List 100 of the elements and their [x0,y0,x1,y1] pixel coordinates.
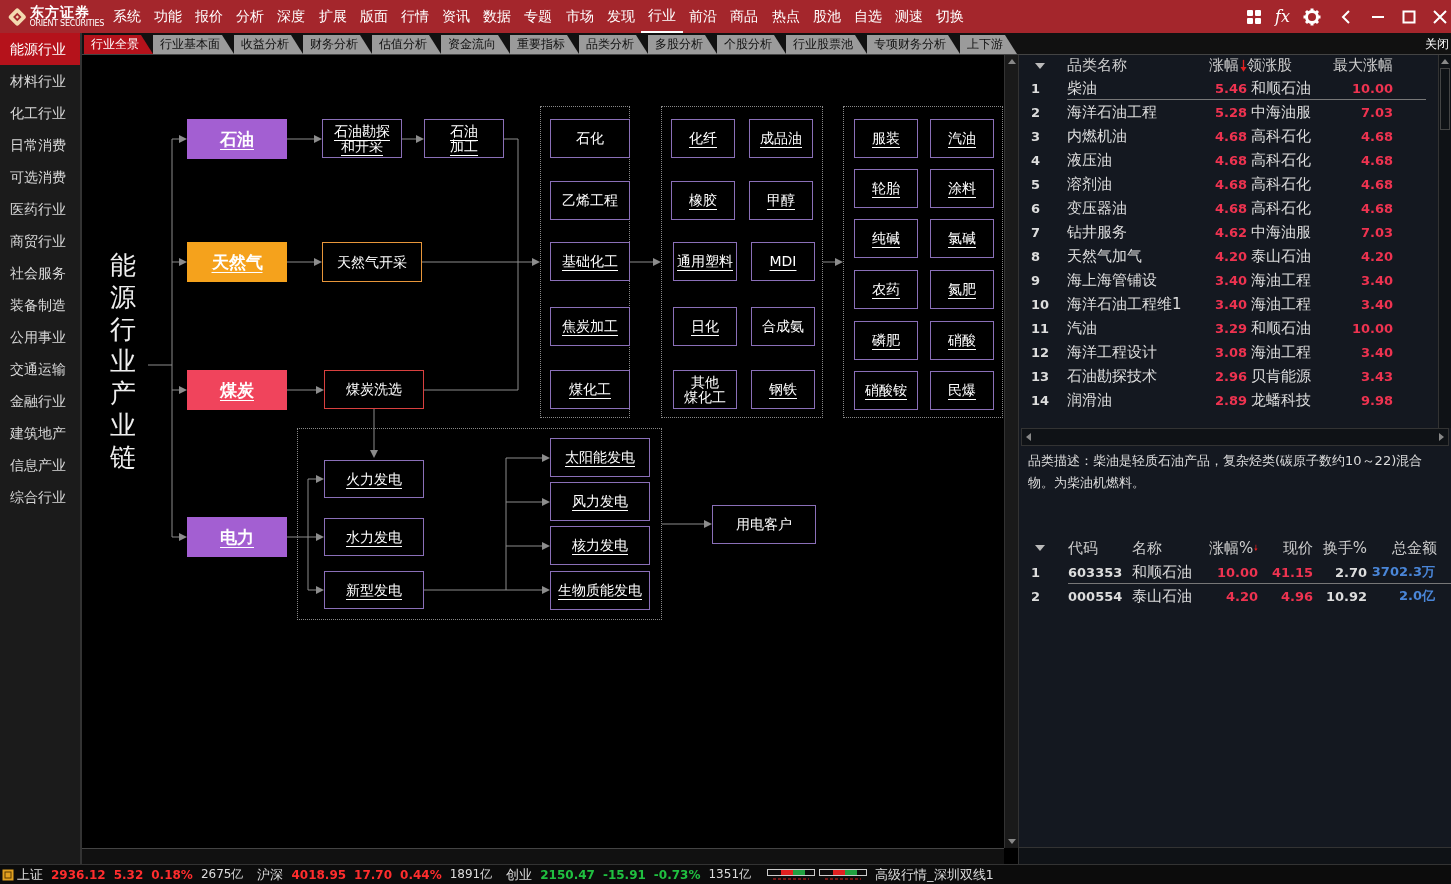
tab[interactable]: 资金流向 [441,35,510,54]
industry-node[interactable]: 生物质能发电 [550,571,650,610]
category-node[interactable]: 煤炭 [187,370,287,410]
menu-item[interactable]: 股池 [806,0,848,33]
tab[interactable]: 重要指标 [510,35,579,54]
grid-icon[interactable] [1246,8,1263,25]
industry-node[interactable]: 涂料 [930,169,994,208]
column-header[interactable]: 现价 [1283,538,1313,558]
close-link[interactable]: 关闭 [1425,35,1451,54]
scroll-down-icon[interactable] [1007,839,1016,845]
column-header[interactable]: 品类名称 [1067,56,1127,75]
chevron-left-icon[interactable] [1340,9,1352,24]
menu-item[interactable]: 前沿 [682,0,724,33]
menu-item[interactable]: 系统 [106,0,148,33]
menu-item[interactable]: 切换 [929,0,971,33]
category-node[interactable]: 石油 [187,119,287,159]
industry-node[interactable]: 煤化工 [550,370,630,409]
industry-node[interactable]: MDI [751,242,815,281]
tab[interactable]: 估值分析 [372,35,441,54]
industry-node[interactable]: 风力发电 [550,482,650,521]
industry-node[interactable]: 硝酸铵 [854,371,918,410]
industry-node[interactable]: 磷肥 [854,321,918,360]
industry-node[interactable]: 化纤 [671,119,735,158]
industry-node[interactable]: 汽油 [930,119,994,158]
industry-node[interactable]: 氮肥 [930,270,994,309]
industry-node[interactable]: 太阳能发电 [550,438,650,477]
industry-node[interactable]: 氯碱 [930,219,994,258]
column-header[interactable]: 换手% [1322,538,1367,558]
column-header[interactable]: 领涨股 [1247,56,1292,75]
industry-node[interactable]: 钢铁 [751,370,815,409]
formula-button[interactable]: fx [1275,7,1290,26]
industry-node[interactable]: 石油加工 [424,119,504,158]
dropdown-caret-icon[interactable] [1035,545,1045,551]
column-header[interactable]: 总金额 [1392,538,1437,558]
industry-node[interactable]: 核力发电 [550,526,650,565]
menu-item[interactable]: 报价 [188,0,230,33]
industry-node[interactable]: 焦炭加工 [550,307,630,346]
industry-node[interactable]: 石油勘探和开采 [322,119,402,158]
industry-node[interactable]: 硝酸 [930,321,994,360]
menu-item[interactable]: 分析 [229,0,271,33]
sidebar-item[interactable]: 建筑地产 [0,417,80,449]
sidebar-item[interactable]: 信息产业 [0,449,80,481]
tab[interactable]: 行业全景 [84,35,153,54]
industry-node[interactable]: 成品油 [749,119,813,158]
sort-desc-icon[interactable] [1240,58,1247,73]
column-header[interactable]: 代码 [1068,538,1098,558]
sidebar-item[interactable]: 可选消费 [0,161,80,193]
industry-node[interactable]: 水力发电 [324,518,424,556]
menu-item[interactable]: 发现 [600,0,642,33]
category-node[interactable]: 电力 [187,517,287,557]
industry-node[interactable]: 基础化工 [550,242,630,281]
menu-item[interactable]: 市场 [559,0,601,33]
settings-icon[interactable] [1303,7,1321,26]
industry-node[interactable]: 橡胶 [671,181,735,220]
menu-item[interactable]: 数据 [476,0,518,33]
industry-node[interactable]: 火力发电 [324,460,424,498]
menu-item[interactable]: 热点 [765,0,807,33]
menu-item[interactable]: 功能 [147,0,189,33]
sidebar-item[interactable]: 装备制造 [0,289,80,321]
industry-node[interactable]: 新型发电 [324,571,424,609]
menu-item[interactable]: 版面 [353,0,395,33]
industry-node[interactable]: 服装 [854,119,918,158]
tab[interactable]: 上下游 [960,35,1017,54]
sidebar-item[interactable]: 日常消费 [0,129,80,161]
sidebar-item[interactable]: 化工行业 [0,97,80,129]
column-header[interactable]: 涨幅 [1209,56,1239,75]
tab[interactable]: 品类分析 [579,35,648,54]
sidebar-item[interactable]: 能源行业 [0,33,80,65]
column-header[interactable]: 名称 [1132,538,1162,558]
sidebar-item[interactable]: 社会服务 [0,257,80,289]
market-icon[interactable] [2,868,14,881]
sidebar-item[interactable]: 医药行业 [0,193,80,225]
menu-item[interactable]: 商品 [723,0,765,33]
menu-item[interactable]: 自选 [847,0,889,33]
close-icon[interactable] [1433,9,1447,24]
sidebar-item[interactable]: 综合行业 [0,481,80,513]
menu-item[interactable]: 专题 [517,0,560,33]
sidebar-item[interactable]: 商贸行业 [0,225,80,257]
menu-item[interactable]: 测速 [888,0,930,33]
industry-node[interactable]: 通用塑料 [673,242,737,281]
tab[interactable]: 专项财务分析 [867,35,960,54]
industry-node[interactable]: 轮胎 [854,169,918,208]
tab[interactable]: 财务分析 [303,35,372,54]
scrollbar-thumb[interactable] [1440,68,1450,130]
column-header[interactable]: 最大涨幅 [1333,56,1393,75]
sidebar-item[interactable]: 金融行业 [0,385,80,417]
industry-node[interactable]: 甲醇 [749,181,813,220]
scroll-up-icon[interactable] [1007,58,1016,64]
tab[interactable]: 收益分析 [234,35,303,54]
industry-node[interactable]: 纯碱 [854,219,918,258]
dropdown-caret-icon[interactable] [1035,62,1045,69]
menu-item[interactable]: 深度 [270,0,312,33]
sidebar-item[interactable]: 公用事业 [0,321,80,353]
column-header[interactable]: 涨幅% [1209,538,1254,558]
industry-node[interactable]: 农药 [854,270,918,309]
sidebar-item[interactable]: 交通运输 [0,353,80,385]
industry-node[interactable]: 民爆 [930,371,994,410]
tab[interactable]: 行业基本面 [153,35,234,54]
tab[interactable]: 多股分析 [648,35,717,54]
menu-item[interactable]: 行情 [394,0,436,33]
